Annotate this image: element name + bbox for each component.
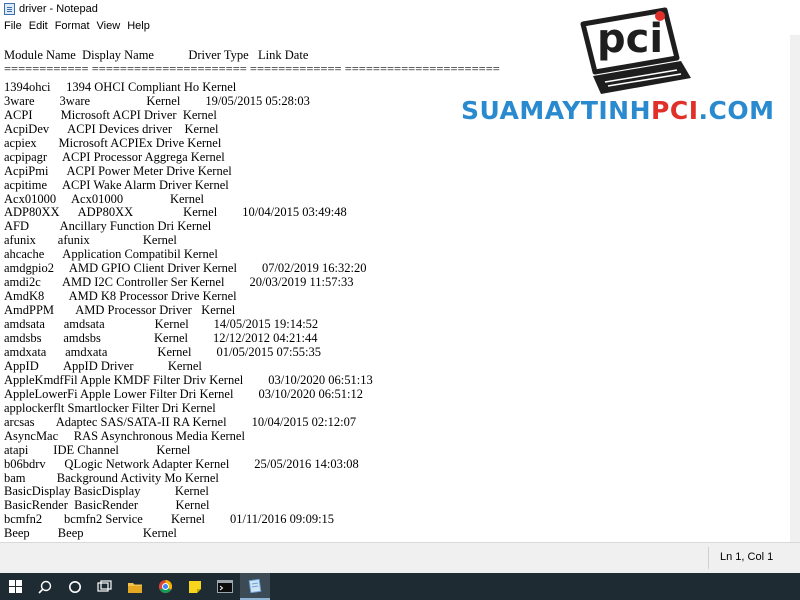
text-line: arcsas Adaptec SAS/SATA-II RA Kernel 10/… <box>4 414 357 429</box>
file-explorer-icon <box>128 582 142 593</box>
menu-edit[interactable]: Edit <box>26 20 51 32</box>
notepad-icon <box>248 578 261 593</box>
cortana-button[interactable] <box>60 573 90 600</box>
text-line: afunix afunix Kernel <box>4 233 177 248</box>
text-line: Beep Beep Kernel <box>4 526 177 541</box>
status-bar: Ln 1, Col 1 <box>0 542 800 573</box>
brand-part-red: PCI <box>651 96 699 125</box>
taskbar <box>0 573 800 600</box>
text-line: AsyncMac RAS Asynchronous Media Kernel <box>4 428 245 443</box>
text-line: bcmfn2 bcmfn2 Service Kernel 01/11/2016 … <box>4 512 335 527</box>
menu-help[interactable]: Help <box>124 20 153 32</box>
text-line: amdgpio2 AMD GPIO Client Driver Kernel 0… <box>4 261 367 276</box>
text-line: b06bdrv QLogic Network Adapter Kernel 25… <box>4 456 359 471</box>
text-line: ACPI Microsoft ACPI Driver Kernel <box>4 107 217 122</box>
task-view-button[interactable] <box>90 573 120 600</box>
windows-start-icon <box>8 580 22 593</box>
text-line: 3ware 3ware Kernel 19/05/2015 05:28:03 <box>4 93 310 108</box>
window-title: driver - Notepad <box>19 2 98 15</box>
chrome-button[interactable] <box>150 573 180 600</box>
terminal-button[interactable] <box>210 573 240 600</box>
column-header-line: Module Name Display Name Driver Type Lin… <box>4 48 309 62</box>
text-line: AmdK8 AMD K8 Processor Drive Kernel <box>4 289 237 304</box>
windows-start-button[interactable] <box>0 573 30 600</box>
sticky-notes-button[interactable] <box>180 573 210 600</box>
cursor-position: Ln 1, Col 1 <box>720 551 774 563</box>
text-line: amdxata amdxata Kernel 01/05/2015 07:55:… <box>4 344 321 359</box>
text-line: AcpiDev ACPI Devices driver Kernel <box>4 121 219 136</box>
chrome-icon <box>158 579 172 594</box>
text-line: AFD Ancillary Function Dri Kernel <box>4 219 212 234</box>
text-line: ahcache Application Compatibil Kernel <box>4 247 218 262</box>
laptop-logo-icon: pci <box>580 7 691 94</box>
brand-part-suffix: .COM <box>698 96 775 125</box>
text-line: AcpiPmi ACPI Power Meter Drive Kernel <box>4 163 232 178</box>
text-line: 1394ohci 1394 OHCI Compliant Ho Kernel <box>4 79 237 94</box>
text-line: BasicRender BasicRender Kernel <box>4 498 210 513</box>
search-button[interactable] <box>30 573 60 600</box>
search-icon <box>38 580 52 594</box>
terminal-icon <box>217 580 233 593</box>
text-line: amdi2c AMD I2C Controller Ser Kernel 20/… <box>4 275 354 290</box>
brand-text: SUAMAYTINHPCI.COM <box>461 96 775 125</box>
file-explorer-button[interactable] <box>120 573 150 600</box>
text-line: atapi IDE Channel Kernel <box>4 442 191 457</box>
menu-view[interactable]: View <box>94 20 124 32</box>
watermark-logo: pci SUAMAYTINHPCI.COM <box>455 6 800 130</box>
sticky-notes-icon <box>189 580 201 593</box>
text-line: AppID AppID Driver Kernel <box>4 358 202 373</box>
text-line: Acx01000 Acx01000 Kernel <box>4 191 204 206</box>
text-line: bam Background Activity Mo Kernel <box>4 470 219 485</box>
separator-line: ============ ====================== ====… <box>4 61 500 76</box>
text-line: acpiex Microsoft ACPIEx Drive Kernel <box>4 135 222 150</box>
menu-format[interactable]: Format <box>52 20 93 32</box>
logo-text: pci <box>597 16 663 62</box>
menu-file[interactable]: File <box>1 20 25 32</box>
text-line: amdsata amdsata Kernel 14/05/2015 19:14:… <box>4 317 319 332</box>
text-line: ADP80XX ADP80XX Kernel 10/04/2015 03:49:… <box>4 205 347 220</box>
text-line: AppleKmdfFil Apple KMDF Filter Driv Kern… <box>4 372 373 387</box>
brand-part-blue: SUAMAYTINH <box>461 96 652 125</box>
text-line: AppleLowerFi Apple Lower Filter Dri Kern… <box>4 386 363 401</box>
text-line: AmdPPM AMD Processor Driver Kernel <box>4 303 236 318</box>
cortana-icon <box>69 580 81 593</box>
task-view-icon <box>97 579 112 592</box>
notepad-icon <box>4 2 15 15</box>
text-line: BasicDisplay BasicDisplay Kernel <box>4 484 209 499</box>
text-line: acpitime ACPI Wake Alarm Driver Kernel <box>4 177 229 192</box>
status-divider <box>708 547 709 569</box>
text-line: applockerflt Smartlocker Filter Dri Kern… <box>4 400 216 415</box>
text-line: amdsbs amdsbs Kernel 12/12/2012 04:21:44 <box>4 331 318 345</box>
notepad-taskbar-button[interactable] <box>240 573 270 600</box>
text-line: acpipagr ACPI Processor Aggrega Kernel <box>4 149 225 164</box>
